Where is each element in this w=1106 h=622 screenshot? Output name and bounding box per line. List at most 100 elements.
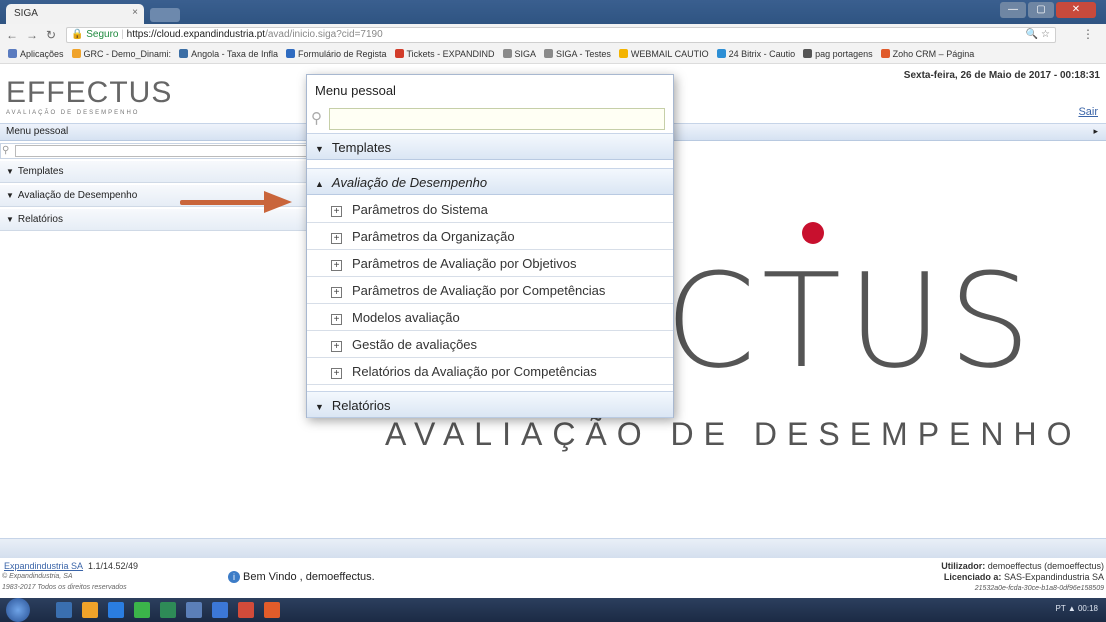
popup-section-avaliacao[interactable]: ▲ Avaliação de Desempenho [307,168,673,195]
popup-item-parametros-organizacao[interactable]: + Parâmetros da Organização [307,223,673,250]
bookmark-item[interactable]: pag portagens [803,49,873,59]
popup-item-relatorios-competencias[interactable]: + Relatórios da Avaliação por Competência… [307,358,673,385]
back-icon[interactable]: ← [6,28,18,42]
expand-plus-icon[interactable]: + [331,287,342,298]
chevron-up-icon: ▲ [315,179,324,189]
bookmark-icon [803,49,813,58]
taskbar-app-icon[interactable] [212,602,228,618]
taskbar-app-icon[interactable] [108,602,124,618]
taskbar-app-icon[interactable] [160,602,176,618]
bookmark-item[interactable]: Angola - Taxa de Infla [179,49,278,59]
taskbar-app-icon[interactable] [134,602,150,618]
info-icon: i [228,571,240,583]
bookmark-item[interactable]: GRC - Demo_Dinami: [71,49,172,59]
popup-section-templates[interactable]: ▼ Templates [307,133,673,160]
expand-plus-icon[interactable]: + [331,260,342,271]
taskbar-app-icon[interactable] [186,602,202,618]
annotation-arrow-head [264,191,292,213]
chevron-down-icon: ▼ [6,191,14,200]
taskbar-app-icon[interactable] [82,602,98,618]
forward-icon[interactable]: → [26,28,38,42]
popup-item-label: Parâmetros da Organização [352,229,515,244]
secure-label: Seguro [86,29,119,40]
taskbar-app-icon[interactable] [56,602,72,618]
user-info: Utilizador: demoeffectus (demoeffectus) … [941,561,1104,594]
popup-item-modelos-avaliacao[interactable]: + Modelos avaliação [307,304,673,331]
popup-item-parametros-objetivos[interactable]: + Parâmetros de Avaliação por Objetivos [307,250,673,277]
effectus-logo: EFFECTUS AVALIAÇÃO DE DESEMPENHO [6,76,172,116]
current-datetime: Sexta-feira, 26 de Maio de 2017 - 00:18:… [903,70,1100,81]
browser-menu-icon[interactable]: ⋮ [1082,27,1094,41]
popup-item-label: Relatórios da Avaliação por Competências [352,364,597,379]
sidebar-item-templates[interactable]: ▼ Templates [0,161,310,183]
company-link[interactable]: Expandindustria SA [4,561,83,571]
taskbar-app-icon[interactable] [264,602,280,618]
copyright-line-1: © Expandindustria, SA [2,573,73,580]
expand-plus-icon[interactable]: + [331,233,342,244]
footer: Expandindustria SA 1.1/14.52/49 © Expand… [0,558,1106,598]
sidebar-search: ⚲ [0,143,310,159]
new-tab-button[interactable] [150,8,180,22]
bookmark-icon [394,49,404,58]
popup-search: ⚲ [309,107,669,131]
background-logo-subtitle: AVALIAÇÃO DE DESEMPENHO [385,416,1082,452]
maximize-button[interactable]: ▢ [1028,2,1054,18]
sidebar-item-label: Avaliação de Desempenho [17,190,138,201]
expand-plus-icon[interactable]: + [331,368,342,379]
popup-section-relatorios[interactable]: ▼ Relatórios [307,391,673,418]
popup-title: Menu pessoal [307,75,673,105]
bookmark-item[interactable]: SIGA - Testes [544,49,611,59]
logo-word: EFFECTUS [6,76,173,109]
close-window-button[interactable]: ✕ [1056,2,1096,18]
address-row: ← → ↻ 🔒 Seguro | https://cloud.expandind… [0,24,1106,46]
bookmark-label: Zoho CRM – Página [892,49,975,59]
bookmark-icon [716,49,726,58]
bookmark-star-icon[interactable]: 🔍 ☆ [1026,29,1050,40]
bookmark-label: Aplicações [20,49,64,59]
logo-red-dot [802,222,824,244]
chevron-down-icon: ▼ [315,402,324,412]
popup-item-parametros-competencias[interactable]: + Parâmetros de Avaliação por Competência… [307,277,673,304]
user-value: demoeffectus (demoeffectus) [987,561,1104,571]
bookmark-item[interactable]: SIGA [502,49,537,59]
chevron-down-icon: ▼ [6,215,14,224]
tab-close-icon[interactable]: × [132,7,138,18]
window-controls: — ▢ ✕ [1000,2,1096,18]
copyright-line-2: 1983-2017 Todos os direitos reservados [2,584,127,591]
bookmarks-bar: Aplicações GRC - Demo_Dinami: Angola - Tax… [0,46,1106,64]
search-icon: ⚲ [2,145,10,156]
url-host: https://cloud.expandindustria.pt [126,29,266,40]
popup-item-label: Parâmetros do Sistema [352,202,488,217]
logo-subtitle: AVALIAÇÃO DE DESEMPENHO [6,110,140,116]
sidebar-item-label: Relatórios [17,214,63,225]
bookmark-label: GRC - Demo_Dinami: [83,49,172,59]
expand-plus-icon[interactable]: + [331,341,342,352]
bookmark-item[interactable]: Formulário de Regista [285,49,387,59]
popup-item-parametros-sistema[interactable]: + Parâmetros do Sistema [307,196,673,223]
user-label: Utilizador: [941,561,986,571]
bookmark-icon [502,49,512,58]
expand-plus-icon[interactable]: + [331,314,342,325]
address-bar[interactable]: 🔒 Seguro | https://cloud.expandindustria… [66,27,1056,43]
expand-right-icon[interactable]: ▸ [1093,126,1098,137]
bookmark-item[interactable]: Aplicações [8,49,64,59]
popup-search-input[interactable] [329,108,665,130]
bookmark-item[interactable]: Tickets - EXPANDIND [394,49,495,59]
bookmark-item[interactable]: Zoho CRM – Página [880,49,975,59]
start-button-icon[interactable] [6,598,30,622]
bookmark-label: pag portagens [815,49,873,59]
bookmark-item[interactable]: WEBMAIL CAUTIO [618,49,709,59]
popup-section-label: Templates [331,140,392,155]
reload-icon[interactable]: ↻ [46,28,56,42]
logout-link[interactable]: Sair [1078,106,1098,118]
taskbar-app-icon[interactable] [238,602,254,618]
bookmark-label: Tickets - EXPANDIND [406,49,495,59]
expand-plus-icon[interactable]: + [331,206,342,217]
bookmark-icon [8,49,17,58]
bookmark-item[interactable]: 24 Bitrix - Cautio [716,49,795,59]
sidebar-search-input[interactable] [15,145,307,157]
minimize-button[interactable]: — [1000,2,1026,18]
browser-tab[interactable]: SIGA × [6,4,144,24]
popup-item-gestao-avaliacoes[interactable]: + Gestão de avaliações [307,331,673,358]
bookmark-label: SIGA [514,49,537,59]
